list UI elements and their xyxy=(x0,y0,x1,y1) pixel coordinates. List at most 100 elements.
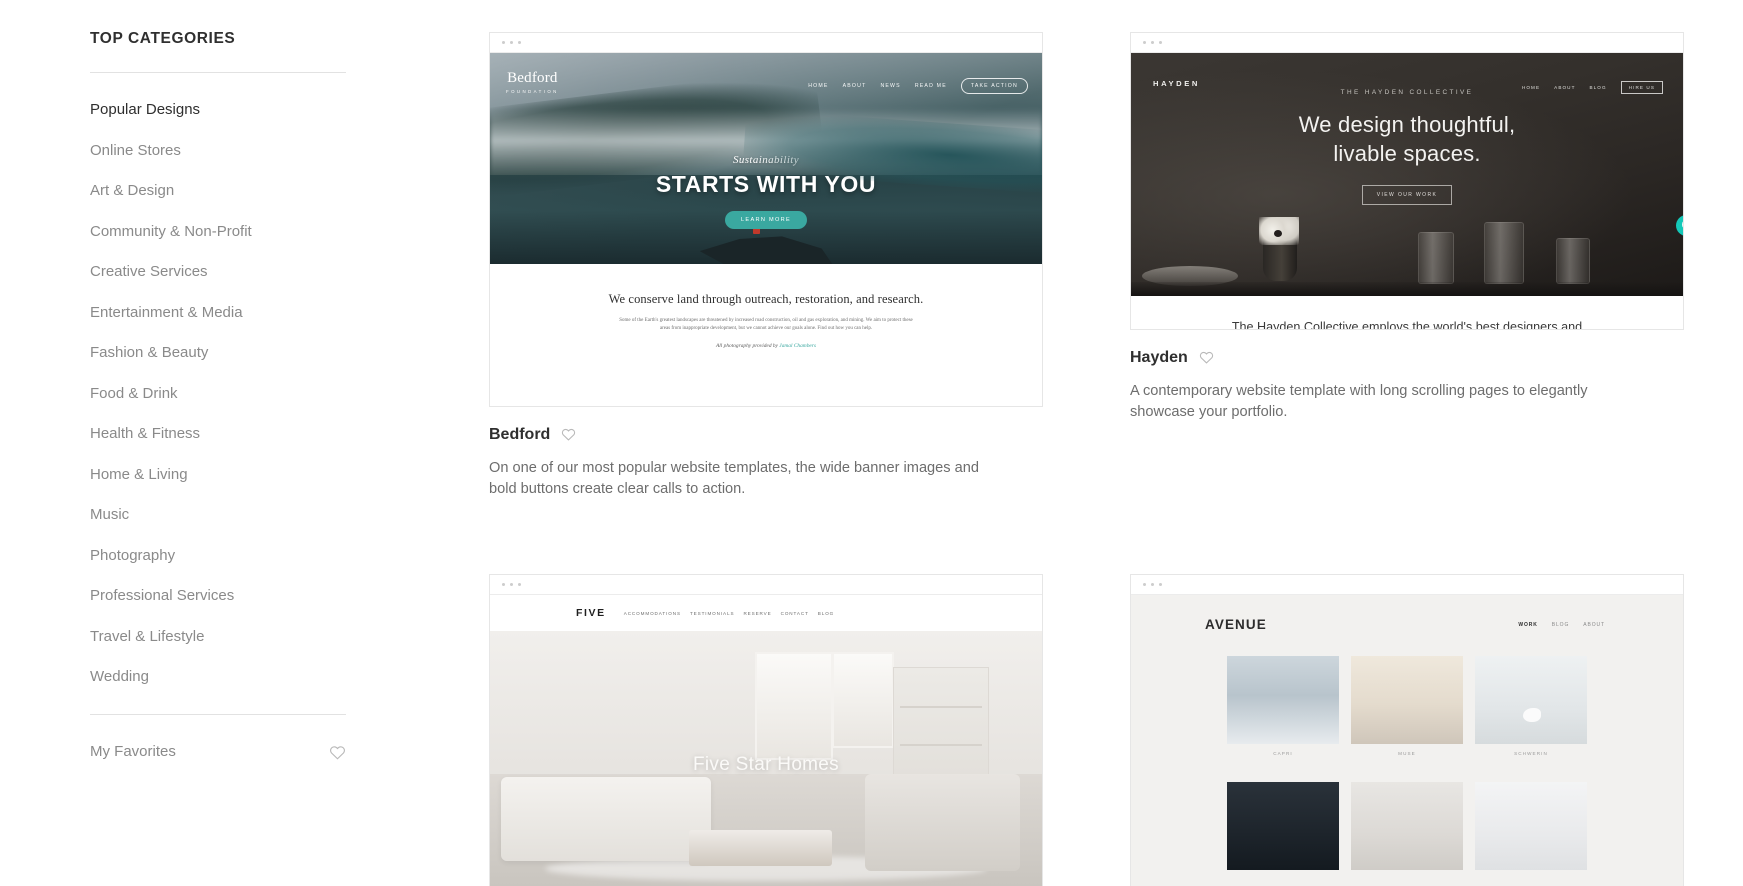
avenue-nav-blog: BLOG xyxy=(1551,621,1570,628)
bedford-logo-name: Bedford xyxy=(507,70,558,86)
chrome-dot-icon xyxy=(1151,41,1154,44)
bedford-headline: STARTS WITH YOU xyxy=(655,171,877,198)
sidebar-item-my-favorites[interactable]: My Favorites xyxy=(90,743,346,760)
flower-shape xyxy=(1259,217,1300,246)
chrome-dot-icon xyxy=(510,41,513,44)
glass-shape xyxy=(1556,237,1591,284)
chrome-dot-icon xyxy=(518,583,521,587)
bedford-nav-home: HOME xyxy=(808,83,829,89)
hayden-hero-text: THE HAYDEN COLLECTIVE We design thoughtf… xyxy=(1131,89,1683,206)
browser-chrome-bar xyxy=(490,575,1042,596)
bedford-card-meta: Bedford On one of our most popular websi… xyxy=(489,407,1043,500)
template-preview-avenue[interactable]: AVENUE WORK BLOG ABOUT CAPRI MUSE SCHWER… xyxy=(1130,574,1684,886)
template-preview-bedford[interactable]: Bedford FOUNDATION HOME ABOUT NEWS READ … xyxy=(489,32,1043,407)
avenue-tile-image xyxy=(1351,782,1463,871)
template-card-five: FIVE ACCOMMODATIONS TESTIMONIALS RESERVE… xyxy=(489,574,1043,886)
hayden-view-our-work-button: VIEW OUR WORK xyxy=(1361,185,1453,206)
category-list: Popular Designs Online Stores Art & Desi… xyxy=(90,101,375,686)
hayden-description: A contemporary website template with lon… xyxy=(1130,383,1588,420)
bedford-hero-text: Sustainability STARTS WITH YOU LEARN MOR… xyxy=(490,154,1042,230)
hayden-card-meta: Hayden A contemporary website template w… xyxy=(1130,330,1684,423)
five-logo: FIVE xyxy=(576,607,606,620)
template-preview-hayden[interactable]: HAYDEN HOME ABOUT BLOG HIRE US THE HAYDE… xyxy=(1130,32,1684,330)
sidebar-item-online-stores[interactable]: Online Stores xyxy=(90,142,375,160)
sofa-shape xyxy=(501,776,711,861)
bedford-credit-prefix: All photography provided by xyxy=(716,342,780,349)
window-shape xyxy=(754,651,833,760)
hayden-headline: We design thoughtful, livable spaces. xyxy=(1131,111,1683,168)
sidebar-item-entertainment-media[interactable]: Entertainment & Media xyxy=(90,304,375,322)
five-nav-accommodations: ACCOMMODATIONS xyxy=(623,610,681,616)
hayden-hero-image: HAYDEN HOME ABOUT BLOG HIRE US THE HAYDE… xyxy=(1131,53,1683,296)
chrome-dot-icon xyxy=(1159,41,1162,44)
sidebar-item-health-fitness[interactable]: Health & Fitness xyxy=(90,425,375,443)
sidebar-item-wedding[interactable]: Wedding xyxy=(90,668,375,686)
hayden-headline-line1: We design thoughtful, xyxy=(1298,112,1516,137)
sidebar-item-creative-services[interactable]: Creative Services xyxy=(90,263,375,281)
sidebar-item-fashion-beauty[interactable]: Fashion & Beauty xyxy=(90,344,375,362)
window-shape xyxy=(832,651,895,748)
hayden-title: Hayden xyxy=(1130,349,1188,366)
avenue-tile-image xyxy=(1227,656,1339,745)
armchair-shape xyxy=(865,774,1020,872)
avenue-tile: MUSE xyxy=(1351,656,1463,756)
five-nav-reserve: RESERVE xyxy=(743,610,772,616)
browser-chrome-bar xyxy=(1131,575,1683,596)
sidebar-item-music[interactable]: Music xyxy=(90,506,375,524)
five-nav-testimonials: TESTIMONIALS xyxy=(689,610,735,616)
avenue-tile: CAPRI xyxy=(1227,656,1339,756)
browser-chrome-bar xyxy=(490,33,1042,53)
sidebar-item-art-design[interactable]: Art & Design xyxy=(90,182,375,200)
avenue-tile-caption: CAPRI xyxy=(1273,751,1293,757)
five-nav-contact: CONTACT xyxy=(780,610,809,616)
template-preview-five[interactable]: FIVE ACCOMMODATIONS TESTIMONIALS RESERVE… xyxy=(489,574,1043,886)
avenue-tile-image xyxy=(1475,782,1587,871)
bedford-title-row: Bedford xyxy=(489,426,1043,444)
sidebar-item-home-living[interactable]: Home & Living xyxy=(90,466,375,484)
bedford-body-text: Some of the Earth's greatest landscapes … xyxy=(619,318,913,332)
heart-icon xyxy=(329,744,346,760)
hayden-eyebrow: THE HAYDEN COLLECTIVE xyxy=(1340,89,1474,96)
chrome-dot-icon xyxy=(1143,583,1146,587)
bedford-credit-link: Jamal Chambers xyxy=(779,342,816,349)
sidebar-divider-top xyxy=(90,72,346,73)
bedford-learn-more-button: LEARN MORE xyxy=(725,211,807,230)
sidebar-item-food-drink[interactable]: Food & Drink xyxy=(90,385,375,403)
sidebar-item-travel-lifestyle[interactable]: Travel & Lifestyle xyxy=(90,628,375,646)
avenue-tile: SCHWERIN xyxy=(1475,656,1587,756)
hayden-lead-line1: The Hayden Collective employs the world'… xyxy=(1231,320,1583,330)
chrome-dot-icon xyxy=(1159,583,1162,587)
bedford-logo: Bedford FOUNDATION xyxy=(506,70,559,95)
coffee-table-shape xyxy=(688,830,833,866)
bedford-body-section: We conserve land through outreach, resto… xyxy=(490,264,1042,349)
five-nav-blog: BLOG xyxy=(817,610,835,616)
chrome-dot-icon xyxy=(1143,41,1146,44)
browser-chrome-bar xyxy=(1131,33,1683,53)
avenue-tile-caption: MUSE xyxy=(1398,751,1416,757)
sidebar-item-community-non-profit[interactable]: Community & Non-Profit xyxy=(90,223,375,241)
bedford-lead-text: We conserve land through outreach, resto… xyxy=(608,292,924,306)
five-headline: Five Star Homes xyxy=(693,753,839,775)
chrome-dot-icon xyxy=(518,41,521,44)
heart-icon[interactable] xyxy=(1199,350,1216,366)
sidebar-item-photography[interactable]: Photography xyxy=(90,547,375,565)
avenue-tile xyxy=(1351,782,1463,871)
avenue-portfolio-grid: CAPRI MUSE SCHWERIN xyxy=(1227,656,1587,871)
bedford-nav-read-me: READ ME xyxy=(914,83,947,89)
avenue-nav-about: ABOUT xyxy=(1583,621,1605,628)
bedford-nav-about: ABOUT xyxy=(842,83,867,89)
template-card-avenue: AVENUE WORK BLOG ABOUT CAPRI MUSE SCHWER… xyxy=(1130,574,1684,886)
sidebar-item-professional-services[interactable]: Professional Services xyxy=(90,587,375,605)
my-favorites-label: My Favorites xyxy=(90,743,176,760)
hayden-title-row: Hayden xyxy=(1130,349,1684,367)
sidebar-item-popular-designs[interactable]: Popular Designs xyxy=(90,101,375,119)
bedford-description: On one of our most popular website templ… xyxy=(489,460,979,497)
bedford-nav-take-action-button: TAKE ACTION xyxy=(960,78,1028,94)
template-gallery-page: TOP CATEGORIES Popular Designs Online St… xyxy=(0,0,1743,886)
avenue-nav-work: WORK xyxy=(1518,621,1538,628)
bedford-logo-sub: FOUNDATION xyxy=(506,89,559,94)
heart-icon[interactable] xyxy=(561,427,578,443)
bedford-hero-image: Bedford FOUNDATION HOME ABOUT NEWS READ … xyxy=(490,53,1042,264)
hayden-lead-text: The Hayden Collective employs the world'… xyxy=(1191,318,1623,330)
bedford-preview-nav: HOME ABOUT NEWS READ ME TAKE ACTION xyxy=(808,78,1028,94)
